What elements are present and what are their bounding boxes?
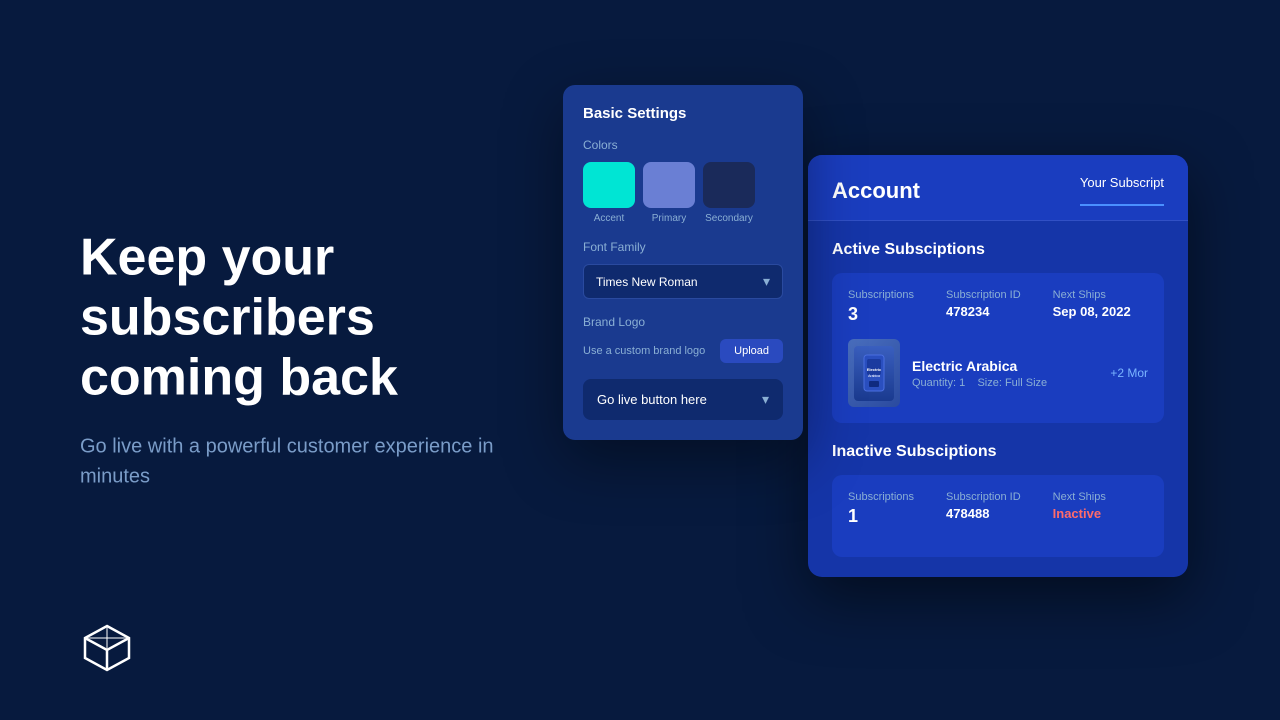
- brand-logo-row: Use a custom brand logo Upload: [583, 339, 783, 363]
- subscription-id-value: 478234: [946, 304, 1021, 319]
- product-size: Size: Full Size: [977, 377, 1047, 389]
- secondary-label: Secondary: [705, 213, 753, 224]
- color-swatch-primary[interactable]: Primary: [643, 162, 695, 224]
- brand-logo-desc: Use a custom brand logo: [583, 345, 705, 357]
- inactive-section-title: Inactive Subsciptions: [832, 443, 1164, 461]
- inactive-subscriptions-count-item: Subscriptions 1: [848, 491, 914, 527]
- inactive-sub-info-row: Subscriptions 1 Subscription ID 478488 N…: [848, 491, 1148, 527]
- primary-color-box[interactable]: [643, 162, 695, 208]
- product-name: Electric Arabica: [912, 358, 1098, 374]
- subscriptions-count-item: Subscriptions 3: [848, 289, 914, 325]
- color-swatch-secondary[interactable]: Secondary: [703, 162, 755, 224]
- accent-label: Accent: [594, 213, 625, 224]
- go-live-text: Go live button here: [597, 392, 707, 407]
- your-subscription-tab[interactable]: Your Subscript: [1080, 175, 1164, 206]
- active-sub-info-row: Subscriptions 3 Subscription ID 478234 N…: [848, 289, 1148, 325]
- inactive-section: Inactive Subsciptions Subscriptions 1 Su…: [832, 443, 1164, 557]
- hero-subtitle: Go live with a powerful customer experie…: [80, 432, 530, 492]
- colors-row: Accent Primary Secondary: [583, 162, 783, 224]
- product-row: Electric Arabica Electric Arabica Quanti…: [848, 339, 1148, 407]
- next-ships-label: Next Ships: [1053, 289, 1131, 301]
- next-ships-value: Sep 08, 2022: [1053, 304, 1131, 319]
- account-header-row: Account Your Subscript: [832, 175, 1164, 206]
- font-family-label: Font Family: [583, 240, 783, 254]
- inactive-subscription-card: Subscriptions 1 Subscription ID 478488 N…: [832, 475, 1164, 557]
- subscription-id-item: Subscription ID 478234: [946, 289, 1021, 325]
- secondary-color-box[interactable]: [703, 162, 755, 208]
- active-subscription-card: Subscriptions 3 Subscription ID 478234 N…: [832, 273, 1164, 423]
- font-family-section: Font Family Times New Roman ▾: [583, 240, 783, 299]
- product-image-inner: Electric Arabica: [854, 346, 894, 401]
- inactive-subscriptions-value: 1: [848, 506, 914, 527]
- inactive-next-ships-label: Next Ships: [1053, 491, 1106, 503]
- active-section-title: Active Subsciptions: [832, 241, 1164, 259]
- brand-logo-label: Brand Logo: [583, 315, 783, 329]
- logo-icon: [80, 621, 134, 680]
- product-details: Quantity: 1 Size: Full Size: [912, 377, 1098, 389]
- brand-logo-section: Brand Logo Use a custom brand logo Uploa…: [583, 315, 783, 363]
- settings-card: Basic Settings Colors Accent Primary Sec…: [563, 85, 803, 440]
- inactive-subscription-id-value: 478488: [946, 506, 1021, 521]
- account-title: Account: [832, 178, 920, 204]
- inactive-subscription-id-label: Subscription ID: [946, 491, 1021, 503]
- svg-text:Electric: Electric: [867, 367, 882, 372]
- colors-label: Colors: [583, 138, 783, 152]
- account-header: Account Your Subscript: [808, 155, 1188, 221]
- go-live-section[interactable]: Go live button here ▾: [583, 379, 783, 420]
- svg-text:Arabica: Arabica: [868, 374, 880, 378]
- accent-color-box[interactable]: [583, 162, 635, 208]
- product-image: Electric Arabica: [848, 339, 900, 407]
- font-family-value: Times New Roman: [596, 275, 698, 289]
- chevron-down-icon: ▾: [762, 391, 769, 408]
- subscriptions-label: Subscriptions: [848, 289, 914, 301]
- next-ships-item: Next Ships Sep 08, 2022: [1053, 289, 1131, 325]
- hero-section: Keep your subscribers coming back Go liv…: [80, 228, 530, 491]
- font-family-dropdown[interactable]: Times New Roman ▾: [583, 264, 783, 299]
- product-quantity: Quantity: 1: [912, 377, 965, 389]
- inactive-subscriptions-label: Subscriptions: [848, 491, 914, 503]
- inactive-next-ships-item: Next Ships Inactive: [1053, 491, 1106, 527]
- chevron-down-icon: ▾: [763, 273, 770, 290]
- account-card: Account Your Subscript Active Subsciptio…: [808, 155, 1188, 577]
- color-swatch-accent[interactable]: Accent: [583, 162, 635, 224]
- upload-button[interactable]: Upload: [720, 339, 783, 363]
- primary-label: Primary: [652, 213, 686, 224]
- hero-title: Keep your subscribers coming back: [80, 228, 530, 407]
- inactive-subscription-id-item: Subscription ID 478488: [946, 491, 1021, 527]
- subscriptions-value: 3: [848, 304, 914, 325]
- inactive-next-ships-value: Inactive: [1053, 506, 1106, 521]
- account-body: Active Subsciptions Subscriptions 3 Subs…: [808, 221, 1188, 577]
- more-badge: +2 Mor: [1110, 366, 1148, 380]
- settings-card-title: Basic Settings: [583, 105, 783, 122]
- product-info: Electric Arabica Quantity: 1 Size: Full …: [912, 358, 1098, 389]
- subscription-id-label: Subscription ID: [946, 289, 1021, 301]
